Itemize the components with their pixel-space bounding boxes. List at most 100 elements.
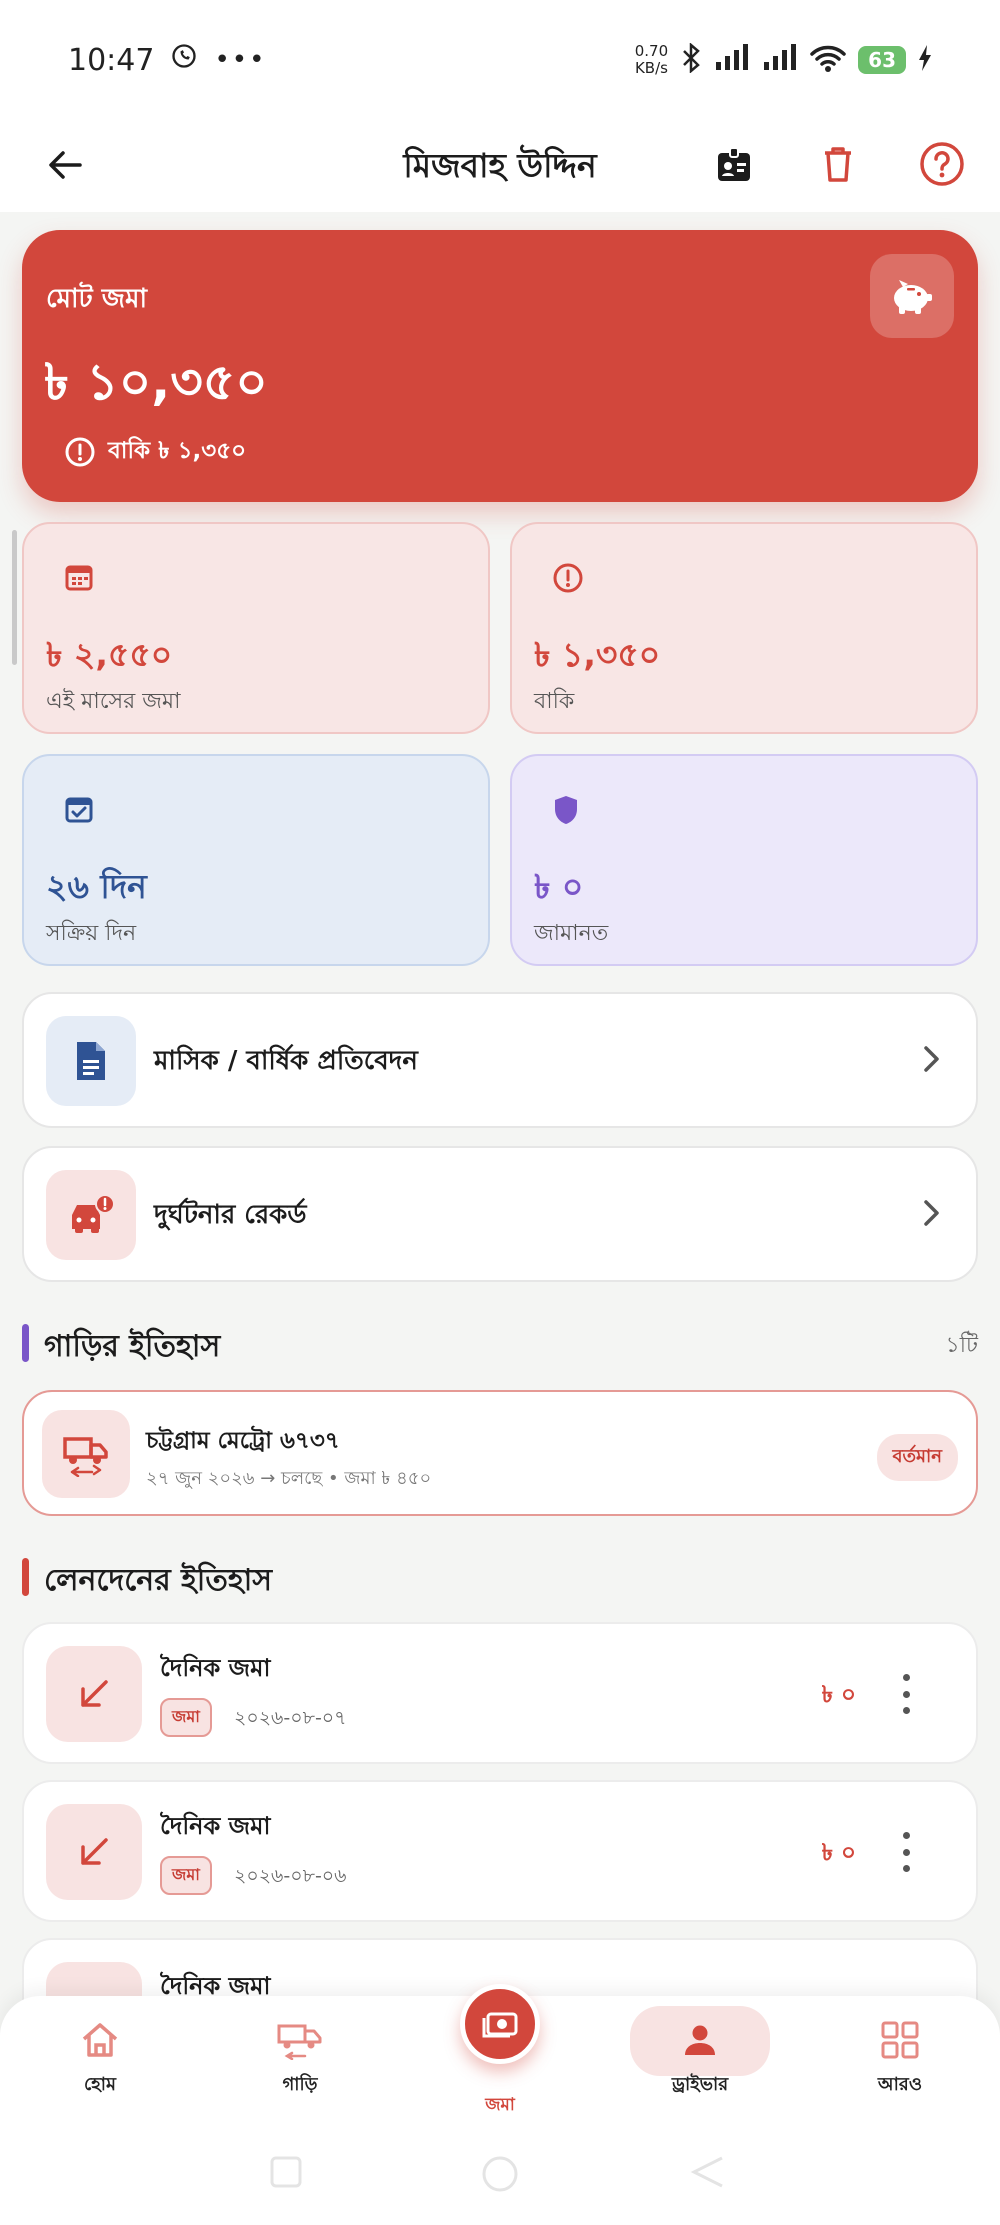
system-navigation-bar	[0, 2120, 1000, 2225]
home-icon	[30, 2010, 170, 2070]
menu-label: মাসিক / বার্ষিক প্রতিবেদন	[154, 1046, 418, 1076]
total-amount: ৳ ১০,৩৫০	[44, 353, 268, 411]
nav-label: গাড়ি	[282, 2074, 318, 2095]
stat-value: ৳ ০	[534, 867, 584, 906]
nav-vehicle[interactable]: গাড়ি	[230, 2010, 370, 2110]
car-crash-icon	[46, 1170, 136, 1260]
total-deposit-card: মোট জমা ৳ ১০,৩৫০ বাকি ৳ ১,৩৫০	[22, 230, 978, 502]
stat-label: বাকি	[534, 689, 575, 714]
whatsapp-icon	[170, 42, 198, 78]
section-count: ১টি	[945, 1333, 978, 1358]
stat-value: ২৬ দিন	[46, 867, 147, 906]
transaction-title: দৈনিক জমা	[160, 1812, 271, 1840]
calendar-icon	[64, 562, 94, 596]
bottom-navigation: হোম গাড়ি জমা ড্রাইভার আরও	[0, 1984, 1000, 2120]
help-icon	[920, 142, 964, 186]
chevron-right-icon	[922, 1196, 942, 1234]
transaction-amount: ৳ ০	[821, 1682, 856, 1708]
id-card-icon	[718, 147, 750, 181]
wifi-icon	[810, 44, 846, 76]
stat-card-due: ৳ ১,৩৫০ বাকি	[510, 522, 978, 734]
more-options-button[interactable]	[896, 1832, 916, 1872]
nav-label: আরও	[877, 2074, 923, 2095]
nav-deposit-button[interactable]	[460, 1984, 540, 2064]
net-speed-unit: KB/s	[634, 59, 668, 77]
chevron-right-icon	[922, 1042, 942, 1080]
nav-home[interactable]: হোম	[30, 2010, 170, 2110]
calendar-check-icon	[64, 794, 94, 828]
section-title: লেনদেনের ইতিহাস	[44, 1563, 273, 1598]
document-icon	[46, 1016, 136, 1106]
piggy-bank-icon	[870, 254, 954, 338]
stat-label: এই মাসের জমা	[46, 689, 181, 714]
nav-more[interactable]: আরও	[830, 2010, 970, 2110]
transaction-date: ২০২৬-০৮-০৭	[234, 1707, 347, 1729]
recent-apps-button[interactable]	[268, 2154, 304, 2194]
section-accent	[22, 1558, 29, 1596]
scroll-indicator[interactable]	[12, 530, 17, 665]
transaction-tag: জমা	[160, 1856, 212, 1895]
arrow-down-left-icon	[46, 1804, 142, 1900]
battery-indicator: 63	[858, 46, 906, 74]
arrow-left-icon	[49, 151, 82, 179]
stat-label: সক্রিয় দিন	[46, 921, 137, 946]
nav-label: ড্রাইভার	[671, 2074, 729, 2095]
transaction-amount: ৳ ০	[821, 1840, 856, 1866]
alert-icon	[552, 562, 584, 598]
stat-label: জামানত	[534, 921, 609, 946]
transaction-date: ২০২৬-০৮-০৬	[234, 1865, 347, 1887]
transaction-row[interactable]: দৈনিক জমা জমা ২০২৬-০৮-০৬ ৳ ০	[22, 1780, 978, 1922]
grid-icon	[830, 2010, 970, 2070]
vehicle-name: চট্টগ্রাম মেট্রো ৬৭৩৭	[146, 1428, 340, 1454]
accident-record-row[interactable]: দুর্ঘটনার রেকর্ড	[22, 1146, 978, 1282]
status-badge: বর্তমান	[876, 1434, 958, 1481]
due-text: বাকি ৳ ১,৩৫০	[108, 438, 247, 464]
stat-value: ৳ ২,৫৫০	[46, 635, 173, 674]
stat-card-active-days: ২৬ দিন সক্রিয় দিন	[22, 754, 490, 966]
vehicle-meta: ২৭ জুন ২০২৬ → চলছে • জমা ৳ ৪৫০	[146, 1468, 432, 1489]
section-accent	[22, 1324, 29, 1362]
trash-icon	[825, 147, 851, 182]
total-label: মোট জমা	[46, 284, 147, 314]
stat-card-security-deposit: ৳ ০ জামানত	[510, 754, 978, 966]
charging-icon	[918, 45, 932, 75]
section-title: গাড়ির ইতিহাস	[44, 1329, 221, 1364]
back-system-button[interactable]	[690, 2154, 726, 2194]
more-notifications-icon: •••	[214, 45, 267, 75]
signal-icon-2	[762, 44, 798, 76]
vehicle-swap-icon	[42, 1410, 130, 1498]
vehicle-history-item[interactable]: চট্টগ্রাম মেট্রো ৬৭৩৭ ২৭ জুন ২০২৬ → চলছে…	[22, 1390, 978, 1516]
id-card-button[interactable]	[706, 136, 762, 192]
delete-button[interactable]	[810, 136, 866, 192]
menu-label: দুর্ঘটনার রেকর্ড	[154, 1200, 307, 1230]
vehicle-history-header: গাড়ির ইতিহাস ১টি	[22, 1322, 978, 1364]
net-speed: 0.70 KB/s	[635, 43, 668, 77]
monthly-yearly-report-row[interactable]: মাসিক / বার্ষিক প্রতিবেদন	[22, 992, 978, 1128]
status-time: 10:47	[68, 42, 155, 78]
status-bar: 10:47 ••• 0.70 KB/s 63	[0, 0, 1000, 120]
transaction-row[interactable]: দৈনিক জমা জমা ২০২৬-০৮-০৭ ৳ ০	[22, 1622, 978, 1764]
transaction-history-header: লেনদেনের ইতিহাস	[22, 1556, 978, 1598]
due-summary: বাকি ৳ ১,৩৫০	[64, 432, 246, 471]
net-speed-value: 0.70	[634, 42, 669, 60]
nav-deposit-label: জমা	[485, 2095, 515, 2115]
arrow-down-left-icon	[46, 1646, 142, 1742]
status-right: 0.70 KB/s 63	[635, 42, 932, 77]
back-button[interactable]	[40, 140, 90, 190]
vehicle-icon	[230, 2010, 370, 2070]
person-icon	[630, 2010, 770, 2070]
bluetooth-icon	[680, 42, 702, 77]
more-options-button[interactable]	[896, 1674, 916, 1714]
transaction-tag: জমা	[160, 1698, 212, 1737]
cash-icon	[482, 2012, 518, 2038]
shield-icon	[552, 794, 580, 830]
alert-circle-icon	[65, 437, 95, 466]
stat-card-monthly-deposit: ৳ ২,৫৫০ এই মাসের জমা	[22, 522, 490, 734]
help-button[interactable]	[914, 136, 970, 192]
signal-icon	[714, 44, 750, 76]
home-system-button[interactable]	[480, 2154, 520, 2198]
status-left: 10:47 •••	[68, 42, 266, 78]
transaction-title: দৈনিক জমা	[160, 1654, 271, 1682]
nav-driver[interactable]: ড্রাইভার	[630, 2010, 770, 2110]
stat-value: ৳ ১,৩৫০	[534, 635, 661, 674]
